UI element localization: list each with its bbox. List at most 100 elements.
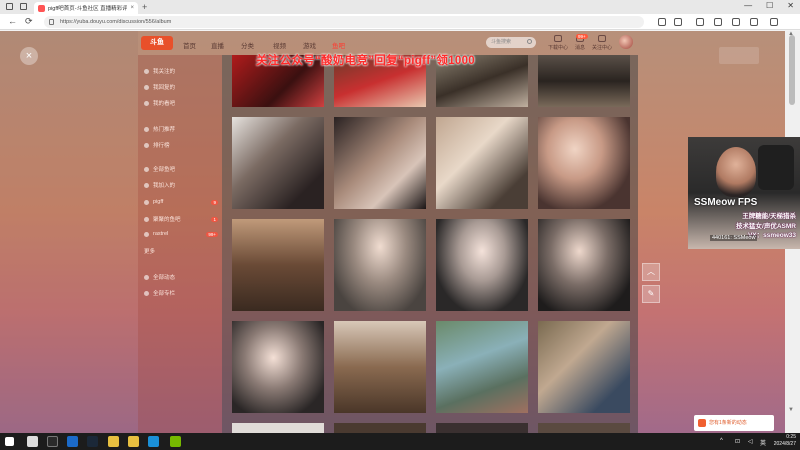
sidebar-item-pigff[interactable]: pigff 9 [144, 199, 218, 205]
back-button[interactable]: ← [8, 16, 17, 26]
nav-live[interactable]: 直播 [211, 40, 224, 50]
lock-icon [49, 19, 54, 25]
app-icon[interactable] [108, 436, 119, 447]
browser-tab[interactable]: pigff吧首页-斗鱼社区 直播精彩评 × [34, 2, 138, 14]
sidebar-item-all-yuba[interactable]: 全部鱼吧 [144, 165, 218, 173]
steam-icon[interactable] [87, 436, 98, 447]
follow-icon [598, 35, 606, 42]
close-window-button[interactable]: ✕ [787, 1, 794, 10]
nav-video[interactable]: 视频 [273, 40, 286, 50]
nav-yuba[interactable]: 鱼吧 [332, 40, 345, 50]
album-photo[interactable] [232, 321, 324, 413]
clock[interactable]: 0:25 2024/8/27 [774, 434, 796, 448]
message-badge: 99+ [576, 34, 588, 39]
nvidia-icon[interactable] [170, 436, 181, 447]
bullet-icon [144, 231, 149, 237]
new-tab-button[interactable]: + [142, 2, 147, 12]
album-photo[interactable] [334, 321, 426, 413]
split-screen-icon[interactable] [696, 18, 704, 26]
favorites-icon[interactable] [714, 18, 722, 26]
follow-center[interactable]: 关注中心 [592, 35, 612, 51]
notification-bar[interactable]: 您有1条新的动态 [694, 415, 774, 431]
windows-taskbar: ^ ⊡ ◁ 英 0:25 2024/8/27 [0, 433, 800, 450]
album-photo[interactable] [538, 321, 630, 413]
tab-actions-icon[interactable] [20, 3, 27, 10]
input-language[interactable]: 英 [760, 438, 766, 447]
album-photo[interactable] [538, 55, 630, 107]
close-overlay-button[interactable]: × [20, 47, 38, 65]
album-photo[interactable] [538, 219, 630, 311]
eye-icon [144, 100, 149, 106]
search-icon[interactable] [527, 39, 532, 44]
edit-post-button[interactable]: ✎ [642, 285, 660, 303]
profile-icon[interactable] [750, 18, 758, 26]
album-photo[interactable] [538, 423, 630, 433]
trophy-icon [144, 142, 149, 148]
sidebar-item-replied[interactable]: 我回复的 [144, 83, 218, 91]
network-icon[interactable]: ⊡ [735, 438, 740, 445]
settings-more-icon[interactable] [770, 18, 778, 26]
heart-icon [144, 68, 149, 74]
volume-icon[interactable]: ◁ [748, 438, 753, 445]
album-photo[interactable] [436, 117, 528, 209]
album-photo[interactable] [232, 423, 324, 433]
nav-home[interactable]: 首页 [183, 40, 196, 50]
promo-overlay-text: 关注公众号“酸奶电竞”回复“pigff”领1000 [256, 55, 475, 67]
album-photo[interactable] [334, 423, 426, 433]
fire-icon [144, 126, 149, 132]
sidebar-item-viewed[interactable]: 我的看吧 [144, 99, 218, 107]
address-input[interactable]: https://yuba.douyu.com/discussion/556/al… [44, 16, 644, 28]
search-input[interactable]: 斗鱼搜索 [486, 37, 536, 48]
list-icon [144, 274, 149, 280]
read-aloud-icon[interactable] [658, 18, 666, 26]
sidebar-item-more[interactable]: 更多 [144, 247, 218, 255]
album-photo[interactable] [436, 423, 528, 433]
tab-bar: pigff吧首页-斗鱼社区 直播精彩评 × + — ☐ ✕ [0, 0, 800, 14]
group-icon [144, 182, 149, 188]
sidebar-item-following[interactable]: 我关注的 [144, 67, 218, 75]
sidebar-item-columns[interactable]: 全部专栏 [144, 289, 218, 297]
cam-room-id: 440161: SSMeow [710, 235, 758, 241]
bullet-icon [144, 199, 149, 205]
app-icon[interactable] [47, 436, 58, 447]
douyu-logo[interactable]: 斗鱼 [141, 36, 173, 50]
nav-category[interactable]: 分类 [241, 40, 254, 50]
sidebar-item-yuba-3[interactable]: rastrel 99+ [144, 231, 218, 237]
album-photo[interactable] [436, 321, 528, 413]
sidebar-item-joined[interactable]: 我加入的 [144, 181, 218, 189]
collections-icon[interactable] [732, 18, 740, 26]
tab-close-button[interactable]: × [130, 5, 134, 11]
app-icon[interactable] [128, 436, 139, 447]
download-center[interactable]: 下载中心 [548, 35, 568, 51]
app-icon[interactable] [67, 436, 78, 447]
scroll-down-arrow[interactable]: ▼ [788, 407, 794, 413]
streamer [716, 147, 756, 197]
edge-icon[interactable] [148, 436, 159, 447]
album-photo[interactable] [538, 117, 630, 209]
workspaces-icon[interactable] [6, 3, 13, 10]
minimize-button[interactable]: — [744, 1, 752, 10]
album-photo[interactable] [232, 219, 324, 311]
album-photo[interactable] [232, 117, 324, 209]
gaming-chair [758, 145, 794, 190]
sidebar-item-hot[interactable]: 热门推荐 [144, 125, 218, 133]
column-icon [144, 290, 149, 296]
sidebar-item-ranking[interactable]: 排行榜 [144, 141, 218, 149]
back-to-top-button[interactable]: ︿ [642, 263, 660, 281]
album-grid [222, 55, 638, 433]
reload-button[interactable]: ⟳ [25, 16, 33, 27]
maximize-button[interactable]: ☐ [766, 1, 773, 10]
album-photo[interactable] [334, 117, 426, 209]
favorite-star-icon[interactable] [674, 18, 682, 26]
user-avatar[interactable] [619, 35, 633, 49]
album-photo[interactable] [436, 219, 528, 311]
nav-games[interactable]: 游戏 [303, 40, 316, 50]
start-icon[interactable] [5, 437, 14, 446]
scroll-thumb[interactable] [789, 35, 795, 105]
sidebar-item-yuba-2[interactable]: 聚聚的鱼吧 1 [144, 215, 218, 223]
header-action-button[interactable] [719, 47, 759, 64]
tray-arrow[interactable]: ^ [720, 438, 723, 444]
album-photo[interactable] [334, 219, 426, 311]
sidebar-item-all-posts[interactable]: 全部动态 [144, 273, 218, 281]
task-view-icon[interactable] [27, 436, 38, 447]
